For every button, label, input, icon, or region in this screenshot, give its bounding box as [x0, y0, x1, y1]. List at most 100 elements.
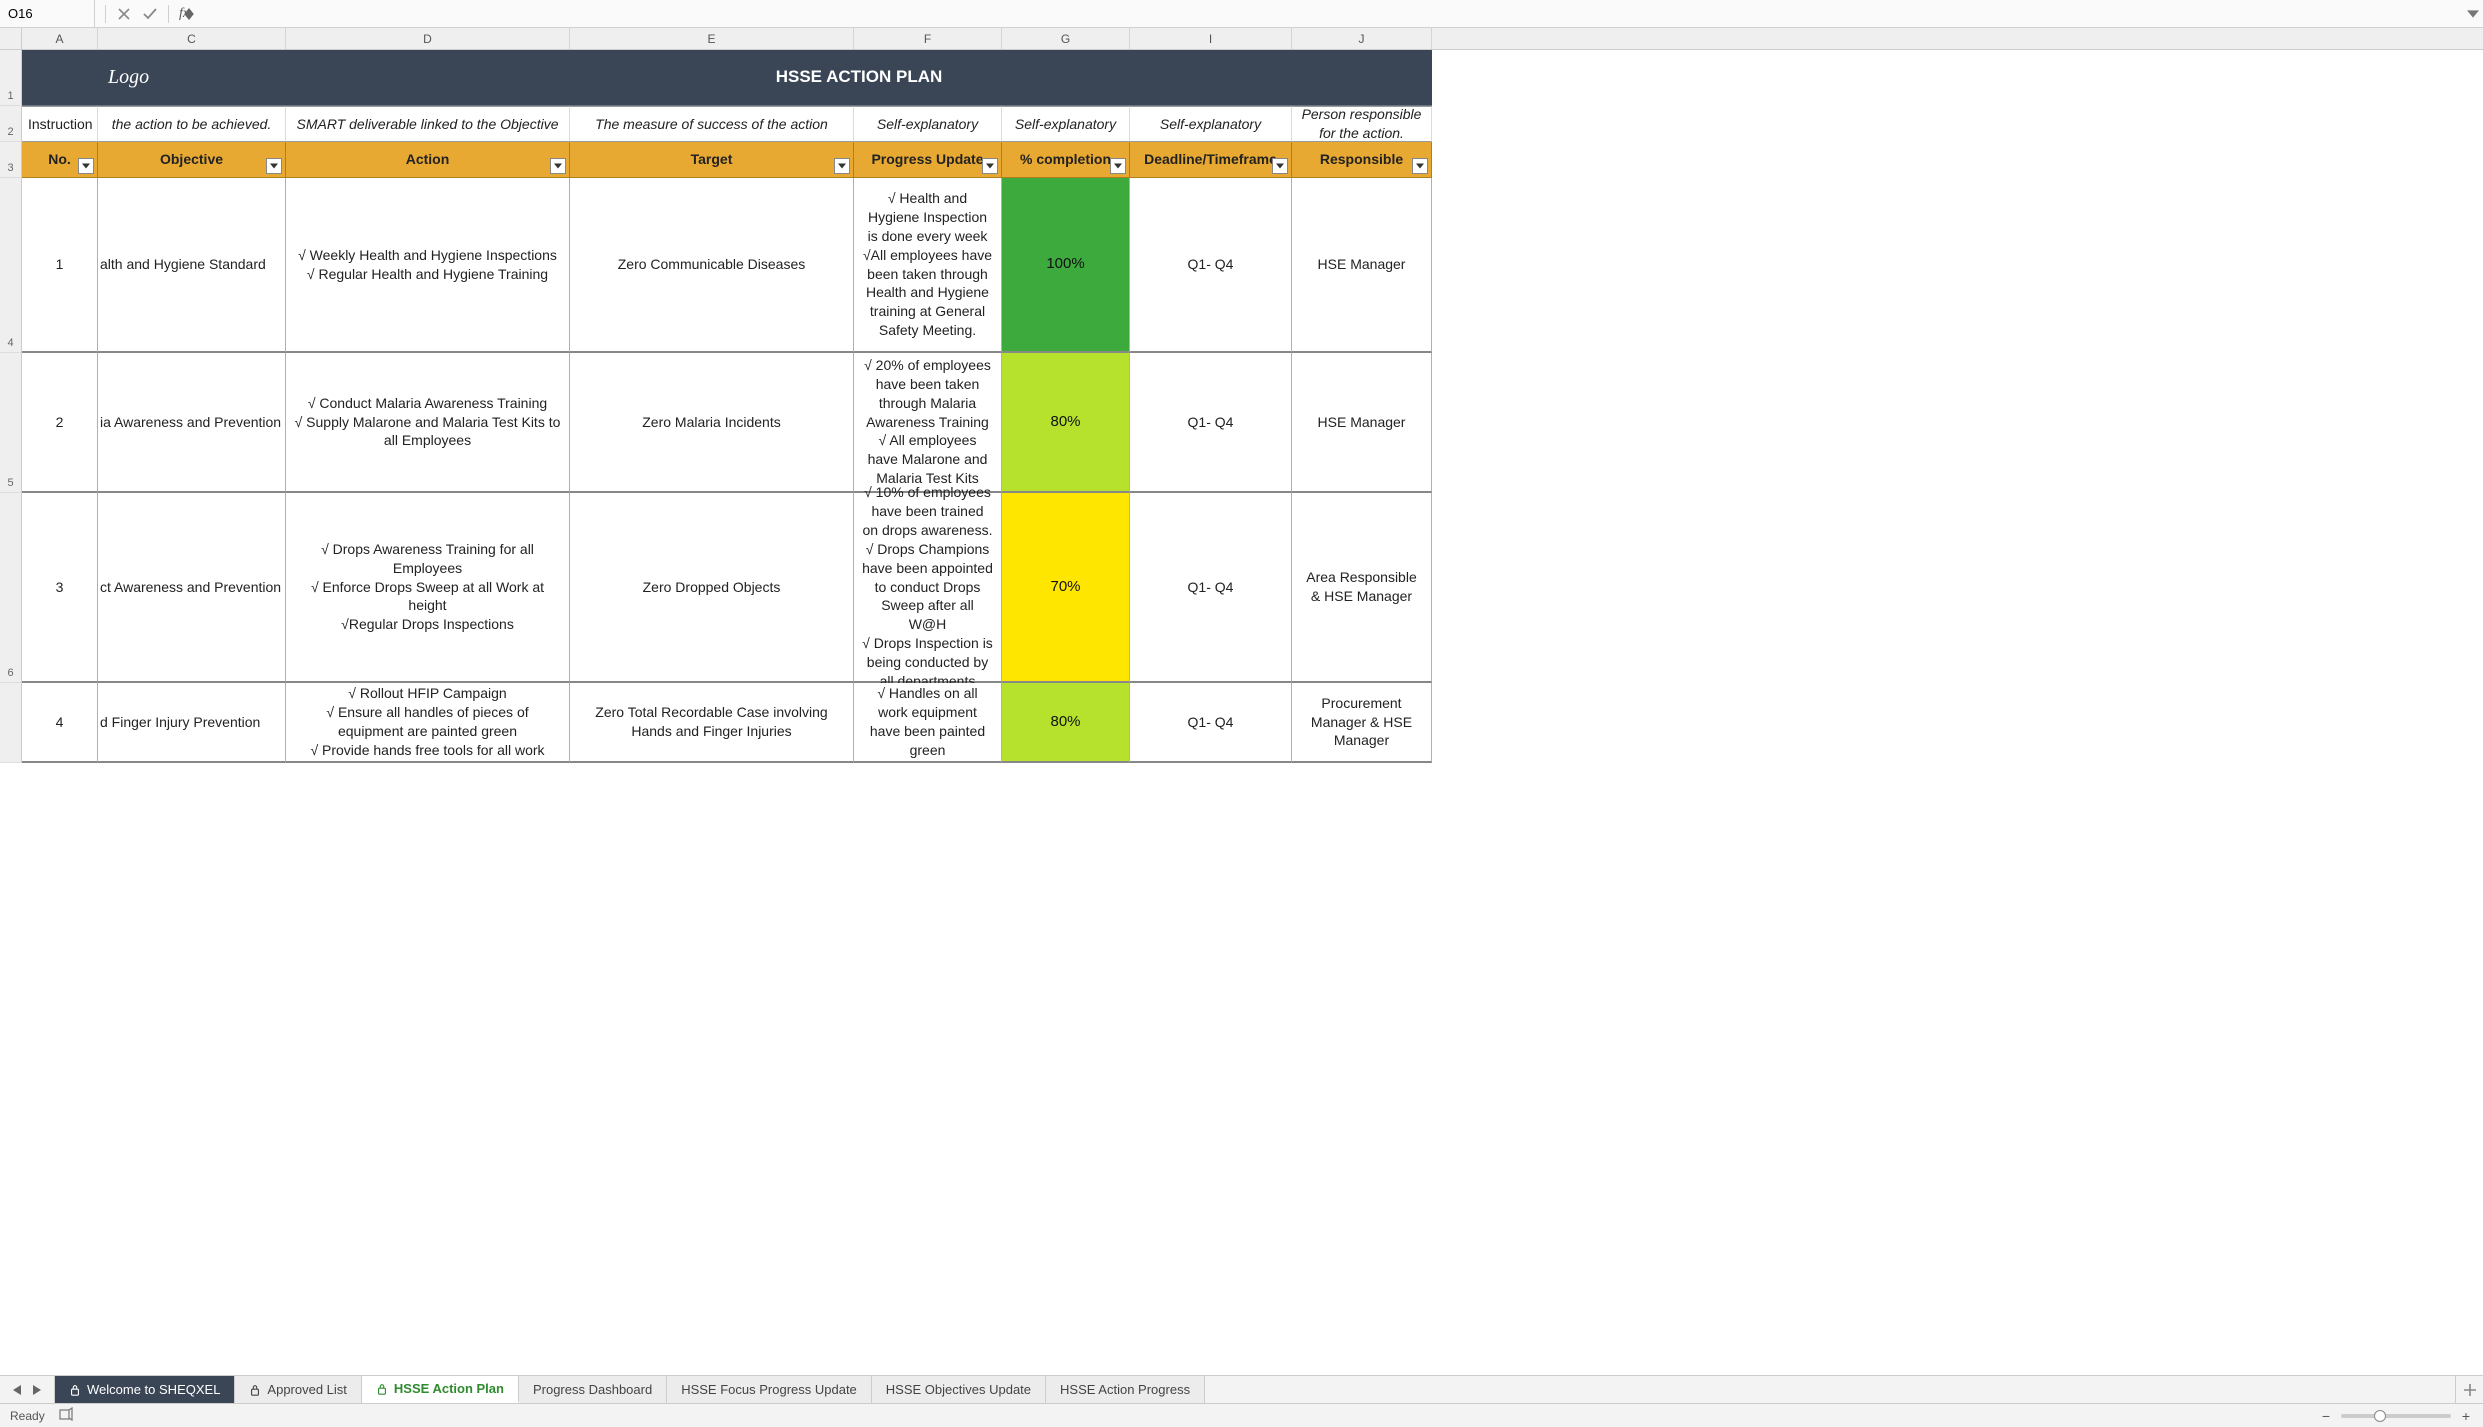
- cell-action[interactable]: √ Rollout HFIP Campaign √ Ensure all han…: [286, 683, 570, 763]
- cell-target[interactable]: Zero Dropped Objects: [570, 493, 854, 683]
- cell-no[interactable]: 3: [22, 493, 98, 683]
- lock-icon: [69, 1384, 81, 1396]
- status-ready: Ready: [10, 1409, 45, 1423]
- hdr-responsible[interactable]: Responsible: [1292, 142, 1432, 178]
- instr-instruction-i: Self-explanatory: [1130, 106, 1292, 142]
- sheet-tab-label: Approved List: [267, 1382, 347, 1397]
- cell-deadline[interactable]: Q1- Q4: [1130, 683, 1292, 763]
- col-header-e[interactable]: E: [570, 28, 854, 49]
- sheet-tab[interactable]: HSSE Action Progress: [1046, 1376, 1205, 1403]
- cell-deadline[interactable]: Q1- Q4: [1130, 178, 1292, 353]
- sheet-tab[interactable]: HSSE Action Plan: [362, 1376, 519, 1403]
- instr-instruction-c: the action to be achieved.: [98, 106, 286, 142]
- col-header-g[interactable]: G: [1002, 28, 1130, 49]
- hdr-no[interactable]: No.: [22, 142, 98, 178]
- cell-no[interactable]: 1: [22, 178, 98, 353]
- cell-completion[interactable]: 100%: [1002, 178, 1130, 353]
- zoom-out-button[interactable]: −: [2319, 1409, 2333, 1423]
- cell-objective[interactable]: d Finger Injury Prevention: [98, 683, 286, 763]
- instr-instruction-d: SMART deliverable linked to the Objectiv…: [286, 106, 570, 142]
- sheet-tab-bar: Welcome to SHEQXEL Approved List HSSE Acti…: [0, 1375, 2483, 1403]
- formula-input[interactable]: [205, 0, 2463, 27]
- hdr-completion[interactable]: % completion: [1002, 142, 1130, 178]
- select-all-corner[interactable]: [0, 28, 22, 49]
- formula-expand-icon[interactable]: [2463, 10, 2483, 18]
- accessibility-icon[interactable]: [59, 1407, 73, 1424]
- hdr-deadline[interactable]: Deadline/Timeframe: [1130, 142, 1292, 178]
- cell-completion[interactable]: 70%: [1002, 493, 1130, 683]
- zoom-slider[interactable]: [2341, 1414, 2451, 1418]
- status-bar: Ready − +: [0, 1403, 2483, 1427]
- filter-dropdown-icon[interactable]: [1412, 158, 1428, 174]
- hdr-progress[interactable]: Progress Update: [854, 142, 1002, 178]
- row-header[interactable]: 1: [0, 50, 22, 106]
- instr-instruction-f: Self-explanatory: [854, 106, 1002, 142]
- row-header[interactable]: 3: [0, 142, 22, 178]
- cell-target[interactable]: Zero Total Recordable Case involving Han…: [570, 683, 854, 763]
- filter-dropdown-icon[interactable]: [78, 158, 94, 174]
- cell-action[interactable]: √ Weekly Health and Hygiene Inspections …: [286, 178, 570, 353]
- cell-action[interactable]: √ Drops Awareness Training for all Emplo…: [286, 493, 570, 683]
- add-sheet-button[interactable]: [2455, 1376, 2483, 1403]
- grid-scroller[interactable]: 1LogoHSSE ACTION PLAN2Instructionthe act…: [0, 50, 2483, 1375]
- lock-icon: [376, 1383, 388, 1395]
- filter-dropdown-icon[interactable]: [1110, 158, 1126, 174]
- name-box-steppers[interactable]: [184, 5, 194, 23]
- sheet-tab[interactable]: Progress Dashboard: [519, 1376, 667, 1403]
- sheet-tab[interactable]: Approved List: [235, 1376, 362, 1403]
- sheet-tab[interactable]: HSSE Objectives Update: [872, 1376, 1046, 1403]
- lock-icon: [249, 1384, 261, 1396]
- hdr-action[interactable]: Action: [286, 142, 570, 178]
- sheet-tab[interactable]: Welcome to SHEQXEL: [55, 1376, 235, 1403]
- instr-instruction-g: Self-explanatory: [1002, 106, 1130, 142]
- cell-responsible[interactable]: HSE Manager: [1292, 353, 1432, 493]
- cell-action[interactable]: √ Conduct Malaria Awareness Training √ S…: [286, 353, 570, 493]
- cell-deadline[interactable]: Q1- Q4: [1130, 493, 1292, 683]
- sheet-tab-label: HSSE Objectives Update: [886, 1382, 1031, 1397]
- cell-progress[interactable]: √ 10% of employees have been trained on …: [854, 493, 1002, 683]
- cell-progress[interactable]: √ Health and Hygiene Inspection is done …: [854, 178, 1002, 353]
- filter-dropdown-icon[interactable]: [1272, 158, 1288, 174]
- row-header[interactable]: 6: [0, 493, 22, 683]
- sheet-tab-label: HSSE Focus Progress Update: [681, 1382, 857, 1397]
- cell-objective[interactable]: ia Awareness and Prevention: [98, 353, 286, 493]
- col-header-d[interactable]: D: [286, 28, 570, 49]
- cell-deadline[interactable]: Q1- Q4: [1130, 353, 1292, 493]
- page-title: HSSE ACTION PLAN: [286, 50, 1432, 106]
- col-header-c[interactable]: C: [98, 28, 286, 49]
- sheet-tab-label: HSSE Action Progress: [1060, 1382, 1190, 1397]
- row-header[interactable]: 2: [0, 106, 22, 142]
- row-header[interactable]: 4: [0, 178, 22, 353]
- cell-responsible[interactable]: HSE Manager: [1292, 178, 1432, 353]
- row-header[interactable]: 5: [0, 353, 22, 493]
- name-box-input[interactable]: [8, 6, 184, 21]
- tab-prev-icon[interactable]: [8, 1381, 26, 1399]
- col-header-j[interactable]: J: [1292, 28, 1432, 49]
- cell-completion[interactable]: 80%: [1002, 353, 1130, 493]
- cell-progress[interactable]: √ 20% of employees have been taken throu…: [854, 353, 1002, 493]
- tab-next-icon[interactable]: [28, 1381, 46, 1399]
- cell-progress[interactable]: √ Handles on all work equipment have bee…: [854, 683, 1002, 763]
- cell-no[interactable]: 4: [22, 683, 98, 763]
- cell-objective[interactable]: ct Awareness and Prevention: [98, 493, 286, 683]
- filter-dropdown-icon[interactable]: [982, 158, 998, 174]
- cell-responsible[interactable]: Procurement Manager & HSE Manager: [1292, 683, 1432, 763]
- cell-completion[interactable]: 80%: [1002, 683, 1130, 763]
- cell-target[interactable]: Zero Malaria Incidents: [570, 353, 854, 493]
- filter-dropdown-icon[interactable]: [834, 158, 850, 174]
- hdr-target[interactable]: Target: [570, 142, 854, 178]
- cell-objective[interactable]: alth and Hygiene Standard: [98, 178, 286, 353]
- cell-target[interactable]: Zero Communicable Diseases: [570, 178, 854, 353]
- sheet-tab-label: HSSE Action Plan: [394, 1381, 504, 1396]
- cell-responsible[interactable]: Area Responsible & HSE Manager: [1292, 493, 1432, 683]
- zoom-in-button[interactable]: +: [2459, 1409, 2473, 1423]
- filter-dropdown-icon[interactable]: [266, 158, 282, 174]
- cell-no[interactable]: 2: [22, 353, 98, 493]
- hdr-objective[interactable]: Objective: [98, 142, 286, 178]
- col-header-a[interactable]: A: [22, 28, 98, 49]
- filter-dropdown-icon[interactable]: [550, 158, 566, 174]
- col-header-f[interactable]: F: [854, 28, 1002, 49]
- row-header[interactable]: [0, 683, 22, 763]
- col-header-i[interactable]: I: [1130, 28, 1292, 49]
- sheet-tab[interactable]: HSSE Focus Progress Update: [667, 1376, 872, 1403]
